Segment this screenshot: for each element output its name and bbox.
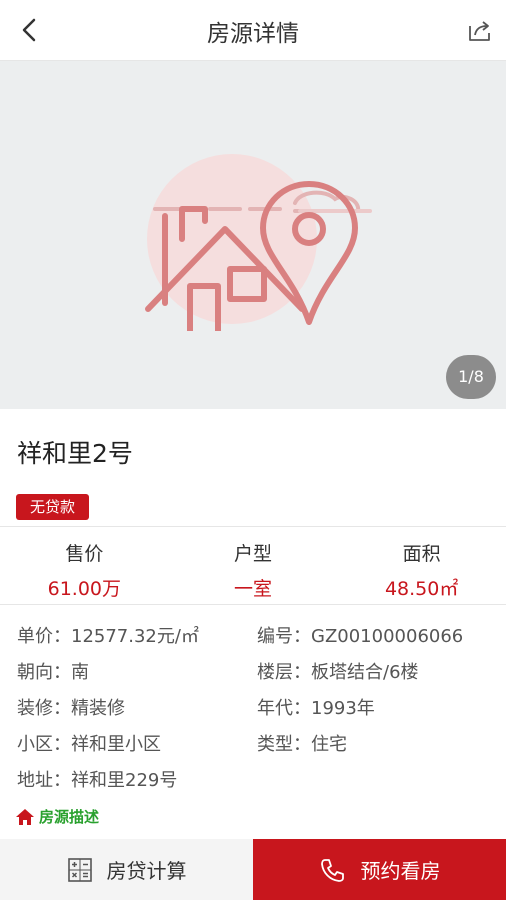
detail-value: 南 (71, 662, 89, 683)
detail-row: 装修：精装修 年代：1993年 (17, 692, 497, 728)
detail-type: 类型：住宅 (257, 728, 497, 764)
book-viewing-button[interactable]: 预约看房 (253, 839, 506, 900)
key-stats: 售价 61.00万 户型 一室 面积 48.50㎡ (0, 526, 506, 604)
detail-key: 楼层： (257, 662, 311, 683)
house-location-placeholder-icon (145, 154, 372, 331)
detail-key: 单价： (17, 626, 71, 647)
stat-label: 面积 (402, 543, 441, 565)
detail-address: 地址：祥和里229号 (17, 764, 262, 800)
divider (0, 604, 506, 605)
detail-row: 小区：祥和里小区 类型：住宅 (17, 728, 497, 764)
calculator-icon (67, 857, 92, 882)
photo-gallery[interactable]: 1/8 (0, 61, 506, 409)
detail-decoration: 装修：精装修 (17, 692, 257, 728)
detail-value: 1993年 (311, 698, 375, 719)
detail-key: 编号： (257, 626, 311, 647)
stat-label: 户型 (234, 543, 273, 565)
details-grid: 单价：12577.32元/㎡ 编号：GZ00100006066 朝向：南 楼层：… (17, 620, 497, 800)
mortgage-calc-button[interactable]: 房贷计算 (0, 839, 253, 900)
page-title: 房源详情 (207, 21, 299, 47)
listing-name: 祥和里2号 (17, 439, 133, 468)
detail-row: 朝向：南 楼层：板塔结合/6楼 (17, 656, 497, 692)
book-viewing-label: 预约看房 (360, 859, 441, 883)
detail-unit-price: 单价：12577.32元/㎡ (17, 620, 257, 656)
detail-value: 12577.32元/㎡ (71, 626, 199, 647)
stat-value: 一室 (234, 578, 273, 600)
stat-price: 售价 61.00万 (0, 526, 169, 604)
detail-value: 精装修 (71, 698, 125, 719)
detail-year: 年代：1993年 (257, 692, 497, 728)
detail-row: 地址：祥和里229号 (17, 764, 497, 800)
home-icon (16, 808, 34, 825)
detail-value: GZ00100006066 (311, 626, 464, 647)
description-section: 房源描述 (15, 806, 99, 827)
detail-key: 小区： (17, 734, 71, 755)
detail-key: 地址： (17, 770, 71, 791)
detail-key: 年代： (257, 698, 311, 719)
mortgage-calc-label: 房贷计算 (106, 859, 187, 883)
detail-value: 祥和里小区 (71, 734, 161, 755)
share-icon[interactable] (466, 16, 494, 44)
stat-value: 61.00万 (47, 578, 122, 600)
detail-orientation: 朝向：南 (17, 656, 257, 692)
phone-icon (320, 858, 344, 882)
photo-pager: 1/8 (446, 355, 496, 399)
stat-value: 48.50㎡ (384, 578, 459, 600)
detail-value: 祥和里229号 (71, 770, 178, 791)
detail-community: 小区：祥和里小区 (17, 728, 257, 764)
stat-label: 售价 (65, 543, 104, 565)
detail-key: 类型： (257, 734, 311, 755)
detail-key: 朝向： (17, 662, 71, 683)
stat-layout: 户型 一室 (169, 526, 338, 604)
detail-row: 单价：12577.32元/㎡ 编号：GZ00100006066 (17, 620, 497, 656)
loan-status-badge: 无贷款 (16, 494, 90, 520)
bottom-action-bar: 房贷计算 预约看房 (0, 839, 506, 900)
detail-key: 装修： (17, 698, 71, 719)
nav-bar: 房源详情 (0, 0, 506, 60)
description-title: 房源描述 (39, 808, 100, 826)
detail-value: 住宅 (311, 734, 347, 755)
detail-code: 编号：GZ00100006066 (257, 620, 497, 656)
stat-area: 面积 48.50㎡ (337, 526, 506, 604)
detail-floor: 楼层：板塔结合/6楼 (257, 656, 497, 692)
detail-value: 板塔结合/6楼 (311, 662, 419, 683)
